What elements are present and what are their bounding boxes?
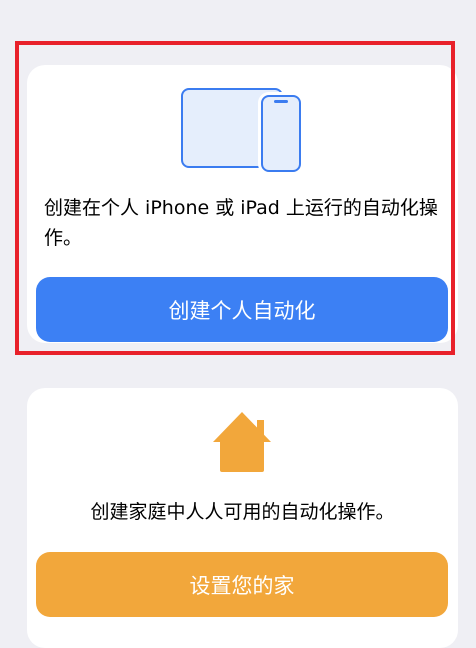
iphone-notch [274, 100, 288, 103]
setup-home-button[interactable]: 设置您的家 [36, 552, 448, 617]
house-icon [213, 412, 271, 472]
personal-automation-card: 创建在个人 iPhone 或 iPad 上运行的自动化操作。 创建个人自动化 [27, 65, 458, 343]
home-automation-description: 创建家庭中人人可用的自动化操作。 [90, 501, 395, 523]
home-automation-card: 创建家庭中人人可用的自动化操作。 设置您的家 [27, 388, 458, 648]
personal-automation-description: 创建在个人 iPhone 或 iPad 上运行的自动化操作。 [44, 197, 438, 249]
iphone-icon [261, 95, 301, 172]
create-personal-automation-button[interactable]: 创建个人自动化 [36, 277, 448, 342]
iphone-ipad-icon [177, 86, 307, 176]
